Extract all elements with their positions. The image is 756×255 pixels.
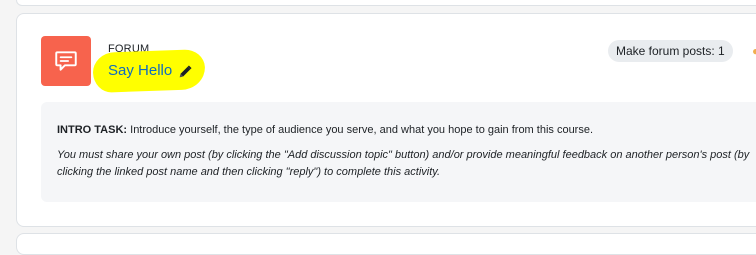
intro-text: Introduce yourself, the type of audience… [127, 124, 594, 136]
activity-description: INTRO TASK: Introduce yourself, the type… [41, 102, 756, 202]
instructions-paragraph: You must share your own post (by clickin… [57, 149, 750, 178]
chat-bubble-icon [55, 51, 77, 71]
pencil-edit-icon[interactable] [178, 65, 192, 79]
completion-requirement-badge[interactable]: Make forum posts: 1 [608, 40, 733, 62]
activity-card: FORUM Say Hello Make forum posts: 1 ● IN… [16, 13, 756, 227]
forum-icon[interactable] [41, 36, 91, 86]
completion-status-icon[interactable]: ● [752, 44, 756, 58]
next-activity-card [16, 233, 756, 255]
previous-activity-card [16, 0, 756, 6]
activity-title-link[interactable]: Say Hello [108, 62, 172, 79]
intro-label: INTRO TASK: [57, 124, 128, 136]
intro-paragraph: INTRO TASK: Introduce yourself, the type… [57, 122, 756, 139]
